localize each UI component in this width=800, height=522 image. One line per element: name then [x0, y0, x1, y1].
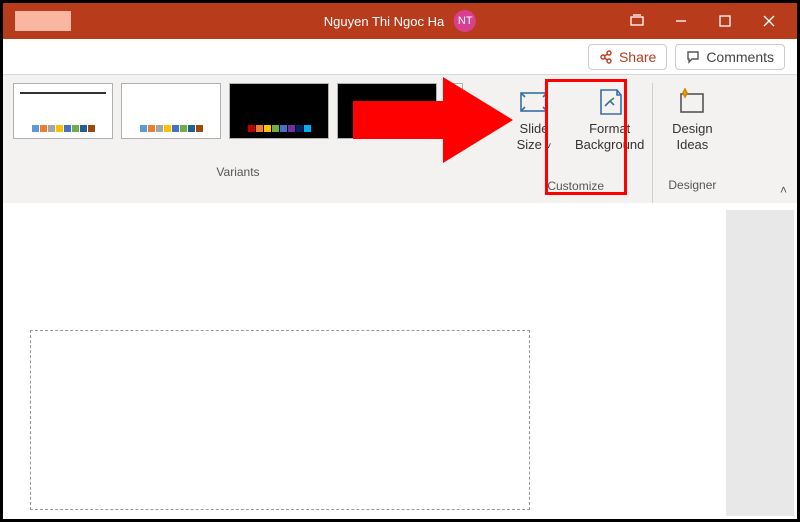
- slide-size-icon: [517, 87, 551, 117]
- ribbon-display-options-button[interactable]: [615, 3, 659, 39]
- format-bg-label-2: Background: [575, 137, 644, 153]
- slide-size-label-1: Slide: [520, 121, 549, 137]
- design-ideas-button[interactable]: Design Ideas: [661, 83, 723, 152]
- titlebar-center: Nguyen Thi Ngoc Ha NT: [324, 10, 476, 32]
- variants-more-button[interactable]: ▲ ▼ ▾: [445, 83, 463, 139]
- collapse-ribbon-button[interactable]: ˄: [780, 183, 787, 197]
- chevron-down-icon: ˅: [546, 141, 552, 152]
- design-ideas-label-1: Design: [672, 121, 712, 137]
- designer-group-label: Designer: [668, 178, 716, 192]
- customize-group-label: Customize: [547, 179, 604, 193]
- format-bg-label-1: Format: [589, 121, 630, 137]
- minimize-button[interactable]: [659, 3, 703, 39]
- variants-row: ▲ ▼ ▾: [13, 83, 463, 139]
- comment-icon: [686, 50, 700, 64]
- dropdown-icon: ▾: [446, 121, 462, 138]
- variants-group: ▲ ▼ ▾ Variants: [13, 83, 463, 179]
- maximize-button[interactable]: [703, 3, 747, 39]
- variant-thumb-4[interactable]: [337, 83, 437, 139]
- variant-thumb-3[interactable]: [229, 83, 329, 139]
- canvas-area: [6, 210, 794, 516]
- share-button[interactable]: Share: [588, 44, 667, 70]
- share-icon: [599, 50, 613, 64]
- share-bar: Share Comments: [3, 39, 797, 75]
- variant-thumb-1[interactable]: [13, 83, 113, 139]
- ribbon: ▲ ▼ ▾ Variants Slide Size ˅ Format Backg…: [3, 75, 797, 203]
- comments-button[interactable]: Comments: [675, 44, 785, 70]
- comments-label: Comments: [706, 49, 774, 65]
- customize-group: Slide Size ˅ Format Background Customize: [503, 83, 648, 193]
- chevron-up-icon: ˄: [780, 183, 787, 197]
- variants-group-label: Variants: [216, 165, 259, 179]
- titlebar: Nguyen Thi Ngoc Ha NT: [3, 3, 797, 39]
- slide-canvas[interactable]: [6, 210, 726, 516]
- ribbon-divider: [652, 83, 653, 203]
- format-background-icon: [593, 87, 627, 117]
- chevron-down-icon: ▼: [446, 102, 462, 120]
- content-placeholder[interactable]: [30, 330, 530, 510]
- slide-size-label-2: Size: [517, 137, 542, 152]
- designer-group: Design Ideas Designer: [661, 83, 723, 192]
- slide-size-button[interactable]: Slide Size ˅: [503, 83, 565, 153]
- close-button[interactable]: [747, 3, 791, 39]
- design-ideas-label-2: Ideas: [676, 137, 708, 153]
- share-label: Share: [619, 49, 656, 65]
- user-name: Nguyen Thi Ngoc Ha: [324, 14, 444, 29]
- titlebar-left-placeholder: [15, 11, 71, 31]
- design-ideas-icon: [675, 87, 709, 117]
- window-controls: [615, 3, 791, 39]
- format-background-button[interactable]: Format Background: [571, 83, 648, 153]
- avatar[interactable]: NT: [454, 10, 476, 32]
- chevron-up-icon: ▲: [446, 84, 462, 102]
- variant-thumb-2[interactable]: [121, 83, 221, 139]
